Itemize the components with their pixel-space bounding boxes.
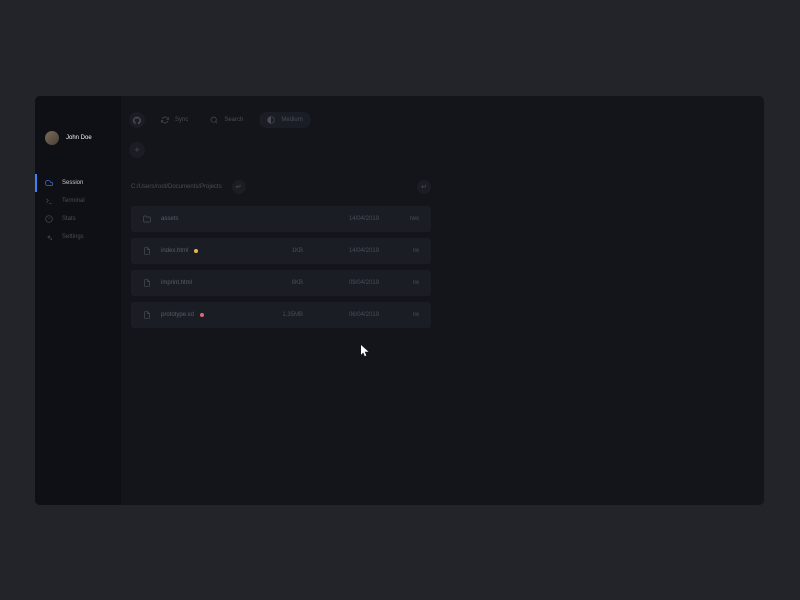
avatar [45,131,59,145]
sidebar-item-label: Settings [62,234,84,240]
cursor-icon [361,345,370,357]
folder-icon [143,215,151,223]
sidebar-item-label: Stats [62,216,76,222]
add-button[interactable]: + [129,142,145,158]
file-icon [143,311,151,319]
plus-icon: + [134,145,139,155]
file-size: 1,35MB [243,312,303,318]
path-go-button[interactable]: ↵ [232,180,246,194]
sidebar-item-session[interactable]: Session [35,174,121,192]
sidebar-item-settings[interactable]: Settings [35,228,121,246]
list-item[interactable]: assets 14/04/2019 rwx [131,206,431,232]
user-profile[interactable]: John Doe [45,131,92,145]
file-name: assets [161,216,178,222]
file-date: 06/04/2019 [303,312,379,318]
file-perm: rw [379,248,419,254]
file-size: 1KB [243,248,303,254]
file-icon [143,247,151,255]
file-name: prototype.xd [161,312,194,318]
search-icon [210,116,218,124]
file-list: assets 14/04/2019 rwx index.html 1KB 14/… [131,206,431,328]
file-size: 8KB [243,280,303,286]
app-window: John Doe Session Terminal Stats Settings [35,96,764,505]
sidebar-nav: Session Terminal Stats Settings [35,174,121,246]
user-name: John Doe [66,135,92,141]
tag-dot-icon [194,249,198,253]
github-icon [133,116,141,124]
settings-icon [45,233,53,241]
path-value[interactable]: C:/Users/root/Documents/Projects [131,184,222,190]
sidebar-item-stats[interactable]: Stats [35,210,121,228]
theme-label: Medium [281,117,302,123]
search-label: Search [224,117,243,123]
enter-icon: ↵ [236,183,242,191]
sidebar-item-label: Terminal [62,198,85,204]
path-expand-button[interactable]: ↵ [417,180,431,194]
cloud-icon [45,179,53,187]
file-perm: rw [379,312,419,318]
contrast-icon [267,116,275,124]
search-button[interactable]: Search [204,112,249,128]
terminal-icon [45,197,53,205]
sidebar-item-terminal[interactable]: Terminal [35,192,121,210]
file-date: 14/04/2019 [303,216,379,222]
enter-icon: ↵ [421,183,427,191]
github-button[interactable] [129,112,145,128]
file-icon [143,279,151,287]
file-name: imprint.html [161,280,192,286]
list-item[interactable]: prototype.xd 1,35MB 06/04/2019 rw [131,302,431,328]
list-item[interactable]: imprint.html 8KB 09/04/2019 rw [131,270,431,296]
tag-dot-icon [200,313,204,317]
file-perm: rwx [379,216,419,222]
file-date: 09/04/2019 [303,280,379,286]
sidebar-item-label: Session [62,180,83,186]
list-item[interactable]: index.html 1KB 14/04/2019 rw [131,238,431,264]
sync-label: Sync [175,117,188,123]
file-date: 14/04/2019 [303,248,379,254]
path-bar: C:/Users/root/Documents/Projects ↵ ↵ [131,180,431,194]
topbar: Sync Search Medium [129,112,311,128]
file-name: index.html [161,248,188,254]
stats-icon [45,215,53,223]
sidebar: John Doe Session Terminal Stats Settings [35,96,121,505]
file-perm: rw [379,280,419,286]
sync-button[interactable]: Sync [155,112,194,128]
theme-button[interactable]: Medium [259,112,310,128]
sync-icon [161,116,169,124]
